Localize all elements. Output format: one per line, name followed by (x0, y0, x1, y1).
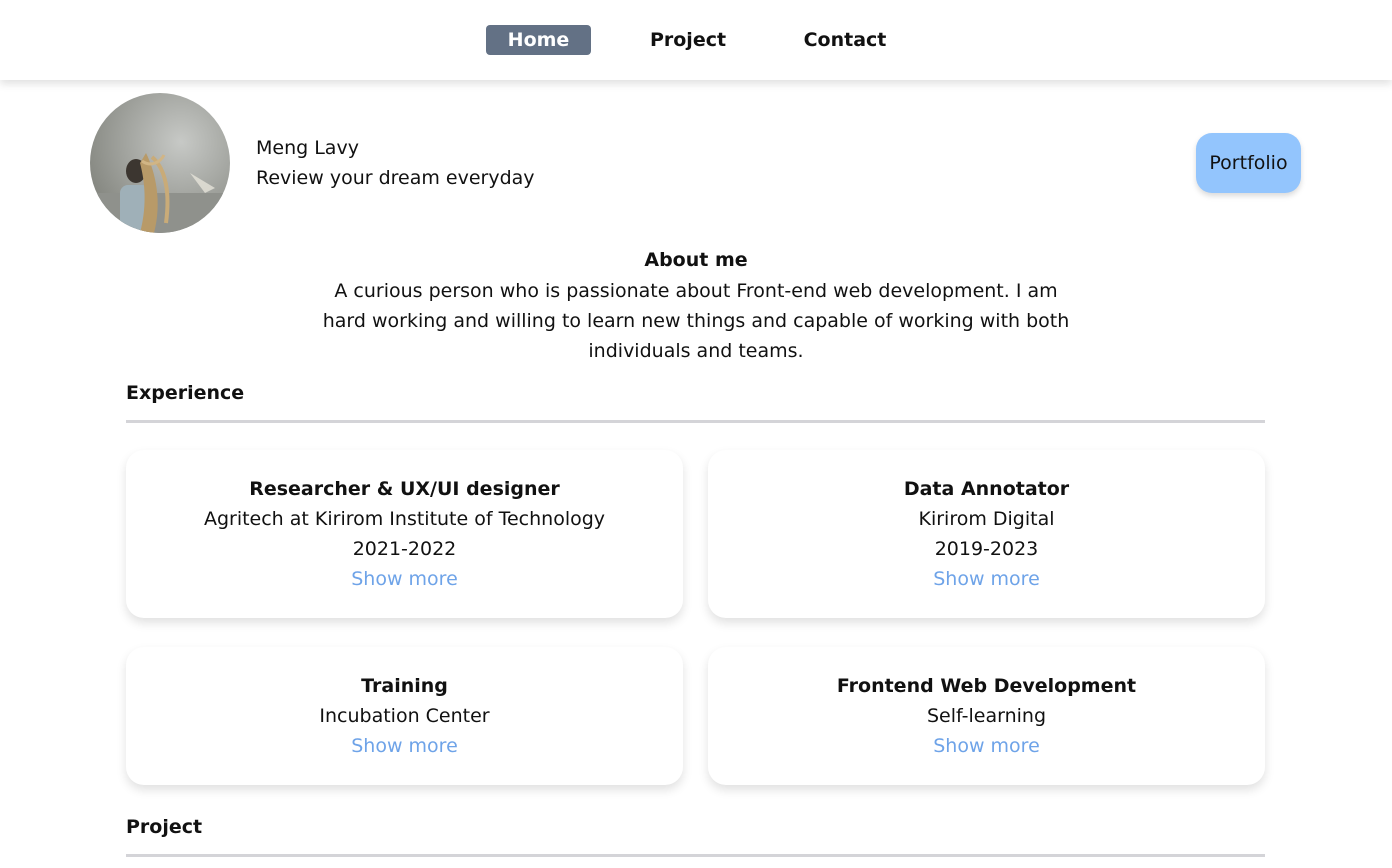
about-title: About me (644, 249, 748, 271)
card-years: 2019-2023 (934, 538, 1039, 560)
portfolio-button[interactable]: Portfolio (1196, 133, 1301, 193)
card-title: Researcher & UX/UI designer (249, 478, 560, 500)
profile-tagline: Review your dream everyday (256, 167, 535, 189)
show-more-link[interactable]: Show more (708, 731, 1265, 761)
experience-heading: Experience (126, 382, 245, 404)
project-heading: Project (126, 816, 203, 838)
show-more-link[interactable]: Show more (126, 731, 683, 761)
card-title: Frontend Web Development (836, 675, 1137, 697)
show-more-link[interactable]: Show more (126, 564, 683, 594)
project-divider (126, 854, 1265, 857)
experience-card: Training Incubation Center Show more (126, 647, 683, 785)
experience-card: Researcher & UX/UI designer Agritech at … (126, 450, 683, 618)
card-organization: Agritech at Kirirom Institute of Technol… (203, 508, 606, 530)
card-title: Data Annotator (903, 478, 1070, 500)
card-organization: Incubation Center (319, 705, 490, 727)
profile-photo (90, 93, 230, 233)
profile-name: Meng Lavy (256, 137, 359, 159)
about-text: A curious person who is passionate about… (322, 280, 1070, 362)
experience-divider (126, 420, 1265, 423)
nav-contact-link[interactable]: Contact (796, 25, 894, 55)
card-years: 2021-2022 (352, 538, 457, 560)
top-navbar: Home Project Contact (0, 0, 1392, 80)
nav-home-link[interactable]: Home (486, 25, 591, 55)
nav-project-link[interactable]: Project (636, 25, 740, 55)
profile-avatar (90, 93, 230, 233)
experience-card: Data Annotator Kirirom Digital 2019-2023… (708, 450, 1265, 618)
experience-card: Frontend Web Development Self-learning S… (708, 647, 1265, 785)
card-organization: Kirirom Digital (918, 508, 1055, 530)
card-title: Training (361, 675, 448, 697)
card-organization: Self-learning (926, 705, 1047, 727)
show-more-link[interactable]: Show more (708, 564, 1265, 594)
